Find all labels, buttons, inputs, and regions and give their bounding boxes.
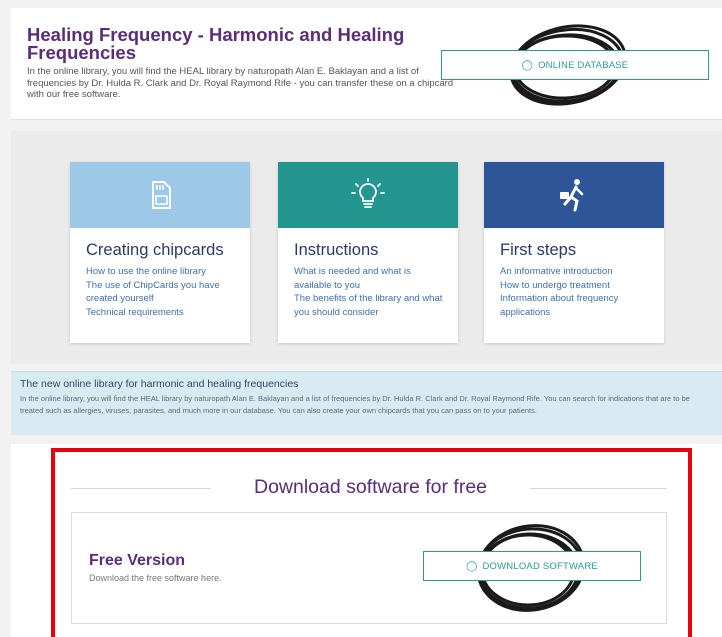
card-link[interactable]: Technical requirements [86, 306, 241, 320]
online-database-label: ONLINE DATABASE [538, 59, 629, 71]
card-header [278, 162, 458, 228]
card-creating-chipcards[interactable]: Creating chipcards How to use the online… [70, 162, 250, 343]
card-header [70, 162, 250, 228]
hero-description: In the online library, you will find the… [27, 66, 454, 100]
card-link[interactable]: An informative introduction [500, 265, 655, 279]
hero-title: Healing Frequency - Harmonic and Healing… [27, 24, 405, 63]
card-instructions[interactable]: Instructions What is needed and what is … [278, 162, 458, 343]
bulb-icon: ◯ [521, 59, 534, 71]
card-title: First steps [500, 241, 577, 259]
walking-person-icon [560, 179, 584, 212]
info-strip: The new online library for harmonic and … [11, 371, 722, 435]
card-link[interactable]: The benefits of the library and what you… [294, 292, 449, 319]
card-link[interactable]: The use of ChipCards you have created yo… [86, 279, 241, 306]
card-link[interactable]: Information about frequency applications [500, 292, 655, 319]
bulb-icon [351, 178, 385, 208]
online-database-button[interactable]: ◯ ONLINE DATABASE [441, 50, 709, 80]
card-first-steps[interactable]: First steps An informative introduction … [484, 162, 664, 343]
highlight-frame [51, 448, 692, 637]
sd-card-icon [152, 181, 171, 209]
card-link[interactable]: How to use the online library [86, 265, 241, 279]
card-title: Instructions [294, 241, 379, 259]
features-band: Creating chipcards How to use the online… [11, 131, 722, 364]
card-header [484, 162, 664, 228]
card-link[interactable]: What is needed and what is available to … [294, 265, 449, 292]
card-link[interactable]: How to undergo treatment [500, 279, 655, 293]
card-title: Creating chipcards [86, 241, 224, 259]
info-title: The new online library for harmonic and … [20, 378, 299, 390]
info-text: In the online library, you will find the… [20, 394, 690, 415]
